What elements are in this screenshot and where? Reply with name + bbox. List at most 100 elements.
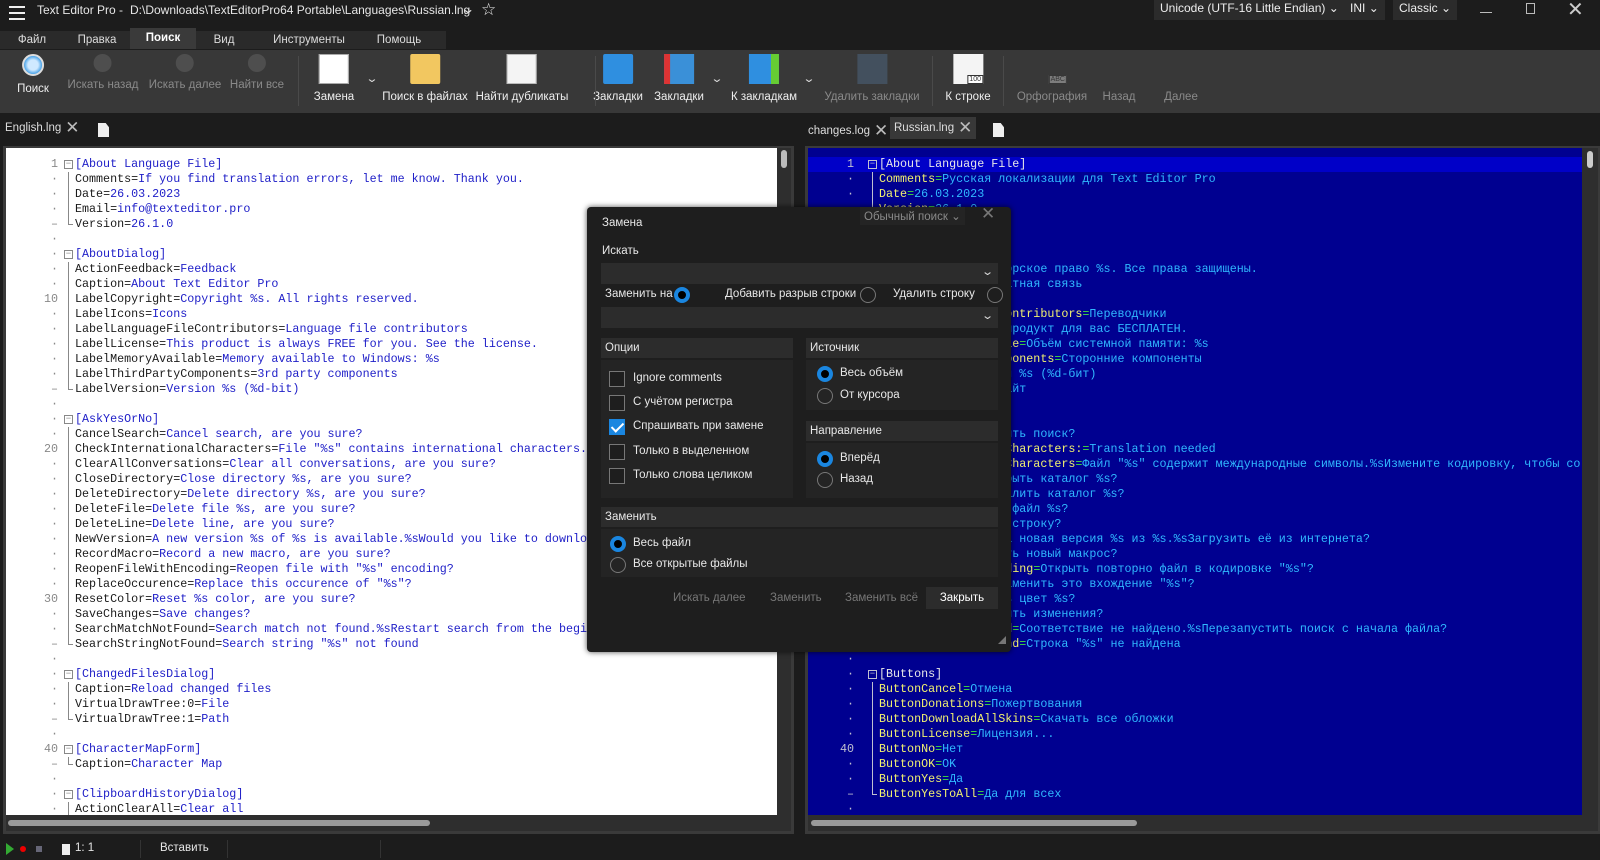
left-horizontal-scrollbar[interactable] <box>6 815 791 831</box>
path-dropdown-chevron-icon[interactable]: ⌄ <box>461 2 475 16</box>
dropdown-chevron-icon[interactable]: ⌄ <box>803 72 816 85</box>
menu-file[interactable]: Файл <box>18 31 46 49</box>
scrollbar-thumb[interactable] <box>8 820 430 826</box>
ini-value: Delete directory %s, are you sure? <box>187 487 426 501</box>
replace-scope-radio[interactable] <box>610 557 626 573</box>
toolbar-button-search-previous[interactable]: Искать назад <box>68 50 138 113</box>
dropdown-chevron-icon[interactable]: ⌄ <box>711 72 724 85</box>
replace-button[interactable]: Заменить <box>770 587 822 609</box>
toolbar-button-find-duplicates[interactable]: Найти дубликаты <box>476 50 568 113</box>
add-linebreak-radio[interactable] <box>860 287 876 303</box>
toolbar-button-delete-bookmarks[interactable]: Удалить закладки <box>824 50 920 113</box>
new-document-icon[interactable] <box>993 123 1004 137</box>
fold-toggle-icon[interactable]: − <box>868 160 877 169</box>
fold-guide <box>872 772 873 787</box>
fold-guide <box>68 202 69 217</box>
tab-english-lng[interactable]: English.lng ✕ <box>1 117 84 139</box>
option-checkbox[interactable] <box>609 395 625 411</box>
fold-toggle-icon[interactable]: − <box>64 790 73 799</box>
search-input[interactable]: ⌄ <box>601 263 998 284</box>
fold-toggle-icon[interactable]: − <box>64 250 73 259</box>
toolbar-button-replace[interactable]: Замена <box>314 50 354 113</box>
highlighter-dropdown[interactable]: INI ⌄ <box>1344 0 1385 20</box>
minimize-button[interactable] <box>1480 12 1492 13</box>
section-header: [ClipboardHistoryDialog] <box>75 787 244 801</box>
delete-line-radio[interactable] <box>987 287 1003 303</box>
fold-toggle-icon[interactable]: − <box>64 745 73 754</box>
option-label: Ignore comments <box>633 372 722 384</box>
search-mode-dropdown[interactable]: Обычный поиск ⌄ <box>860 207 965 225</box>
favorite-star-icon[interactable]: ☆ <box>481 0 496 20</box>
fold-guide <box>68 682 69 697</box>
toolbar-separator <box>298 56 299 106</box>
scrollbar-thumb[interactable] <box>811 820 1137 826</box>
replace-scope-radio[interactable] <box>610 536 626 552</box>
scrollbar-thumb[interactable] <box>1587 151 1593 168</box>
toolbar-button-goto-line[interactable]: 100 К строке <box>945 50 991 113</box>
record-macro-icon[interactable] <box>20 846 26 852</box>
fold-guide-end <box>68 224 73 225</box>
close-tab-icon[interactable]: ✕ <box>65 118 79 137</box>
new-document-icon[interactable] <box>98 123 109 137</box>
encoding-dropdown[interactable]: Unicode (UTF-16 Little Endian) ⌄ <box>1154 0 1345 20</box>
option-checkbox[interactable] <box>609 444 625 460</box>
insert-mode[interactable]: Вставить <box>160 842 209 854</box>
menu-search[interactable]: Поиск <box>130 28 196 49</box>
menu-tools[interactable]: Инструменты <box>273 31 345 49</box>
menu-view[interactable]: Вид <box>214 31 235 49</box>
toolbar-button-label: Поиск в файлах <box>382 91 468 103</box>
replace-input[interactable]: ⌄ <box>601 307 998 328</box>
tab-changes-log[interactable]: changes.log ✕ <box>804 120 892 142</box>
dialog-close-button[interactable]: ✕ <box>981 204 995 224</box>
toolbar-button-find-all[interactable]: Найти все <box>230 50 284 113</box>
toolbar-button-spell-check[interactable]: ABC Орфография <box>1017 50 1087 113</box>
toolbar-button-search-in-files[interactable]: Поиск в файлах <box>382 50 468 113</box>
menu-bar: Файл Правка Поиск Вид Инструменты Помощь <box>0 28 446 49</box>
fold-toggle-icon[interactable]: − <box>64 670 73 679</box>
option-checkbox[interactable] <box>609 419 625 435</box>
direction-radio[interactable] <box>817 472 833 488</box>
maximize-button[interactable] <box>1526 3 1535 14</box>
dialog-title: Замена <box>602 217 643 229</box>
direction-radio[interactable] <box>817 451 833 467</box>
line-number: 40 <box>839 742 854 756</box>
toolbar-button-spell-next[interactable]: Далее <box>1164 50 1198 113</box>
fold-toggle-icon[interactable]: − <box>64 415 73 424</box>
menu-help[interactable]: Помощь <box>377 31 421 49</box>
source-radio[interactable] <box>817 388 833 404</box>
dropdown-chevron-icon[interactable]: ⌄ <box>366 72 379 85</box>
toolbar-button-bookmarks[interactable]: Закладки <box>593 50 643 113</box>
replace-with-label: Заменить на <box>605 288 673 300</box>
close-window-button[interactable]: ✕ <box>1567 0 1584 22</box>
toolbar-button-search[interactable]: Поиск <box>17 50 49 113</box>
option-checkbox[interactable] <box>609 468 625 484</box>
replace-all-button[interactable]: Заменить всё <box>845 587 918 609</box>
menu-edit[interactable]: Правка <box>78 31 117 49</box>
replace-history-chevron-icon[interactable]: ⌄ <box>981 309 994 322</box>
radio-label: Назад <box>840 473 873 485</box>
stop-macro-icon[interactable] <box>36 846 42 852</box>
ini-value: Объём системной памяти: %s <box>1026 337 1209 351</box>
source-radio[interactable] <box>817 366 833 382</box>
play-macro-icon[interactable] <box>6 843 14 855</box>
replace-with-radio[interactable] <box>674 287 690 303</box>
toolbar-button-goto-bookmark[interactable]: К закладкам <box>731 50 797 113</box>
scrollbar-thumb[interactable] <box>781 150 787 168</box>
tab-russian-lng[interactable]: Russian.lng ✕ <box>890 117 977 139</box>
right-vertical-scrollbar[interactable] <box>1582 148 1598 815</box>
resize-grip-icon[interactable] <box>998 636 1006 644</box>
option-checkbox[interactable] <box>609 371 625 387</box>
fold-toggle-icon[interactable]: − <box>868 670 877 679</box>
find-next-button[interactable]: Искать далее <box>673 587 746 609</box>
toolbar-button-search-next[interactable]: Искать далее <box>149 50 221 113</box>
fold-toggle-icon[interactable]: − <box>64 160 73 169</box>
close-tab-icon[interactable]: ✕ <box>874 121 888 140</box>
close-tab-icon[interactable]: ✕ <box>958 118 972 137</box>
skin-dropdown[interactable]: Classic ⌄ <box>1393 0 1458 20</box>
hamburger-menu-icon[interactable] <box>9 6 25 20</box>
right-horizontal-scrollbar[interactable] <box>808 815 1598 831</box>
toolbar-button-spell-previous[interactable]: Назад <box>1103 50 1136 113</box>
toolbar-button-bookmark-toggle[interactable]: Закладки <box>654 50 704 113</box>
close-button[interactable]: Закрыть <box>926 587 998 609</box>
search-history-chevron-icon[interactable]: ⌄ <box>981 265 994 278</box>
